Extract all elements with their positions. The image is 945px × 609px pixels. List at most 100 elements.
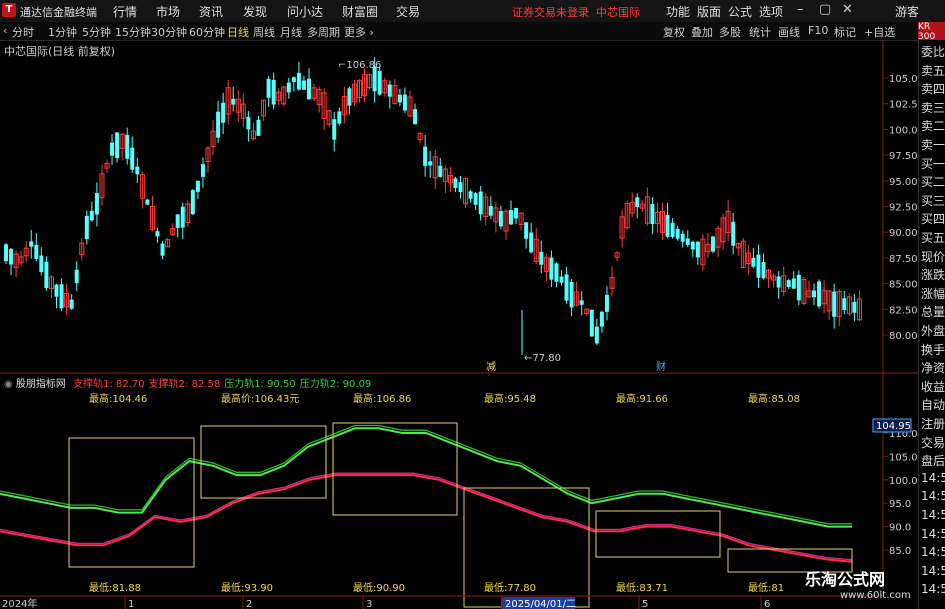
candle (569, 278, 574, 317)
guest-label[interactable]: 游客 (895, 3, 919, 20)
candlesticks: ⌐106.86 ←77.80 减 财 (4, 57, 862, 373)
candle (216, 100, 221, 143)
candle (695, 240, 700, 265)
side-panel-item: 买一 (921, 156, 945, 171)
collapse-icon[interactable]: ‹ (3, 24, 7, 37)
side-panel-item: 换手 (921, 342, 945, 357)
price-tick-label: 102.50 (889, 100, 918, 111)
period-tab-60min[interactable]: 60分钟 (189, 24, 225, 40)
x-axis-label: 2 (246, 599, 252, 609)
candle (483, 192, 489, 226)
low-price-label: ←77.80 (524, 353, 561, 364)
f10-button[interactable]: F10 (808, 24, 828, 37)
candle (690, 240, 695, 257)
candle (786, 278, 791, 290)
candle (402, 87, 407, 114)
adjust-button[interactable]: 复权 (663, 24, 685, 40)
candle (503, 208, 509, 241)
candle (514, 207, 519, 225)
stats-button[interactable]: 统计 (749, 24, 771, 40)
candle (453, 176, 458, 193)
candle (533, 227, 539, 265)
side-panel-item[interactable]: 注册 (921, 415, 945, 432)
range-box (332, 422, 458, 516)
period-tab-timeshare[interactable]: 分时 (12, 24, 34, 40)
candle (509, 200, 513, 226)
candle (559, 270, 564, 286)
candle (413, 103, 418, 125)
side-panel-item[interactable]: 交易 (921, 434, 945, 451)
box-low-label: 最低:81 (748, 581, 784, 594)
overlay-button[interactable]: 叠加 (691, 24, 713, 40)
menu-news[interactable]: 资讯 (199, 3, 223, 20)
menu-trade[interactable]: 交易 (396, 3, 420, 20)
x-axis: 2024年 1 2 3 2025/04/01/二 5 6 (0, 595, 883, 609)
menu-ask[interactable]: 问小达 (287, 3, 323, 20)
candle (554, 262, 559, 288)
minimize-icon[interactable]: – (797, 2, 804, 17)
period-tab-15min[interactable]: 15分钟 (115, 24, 151, 40)
candle (39, 247, 44, 276)
side-panel-item[interactable]: 自动 (921, 396, 945, 413)
candle (145, 198, 150, 205)
candle (99, 164, 105, 206)
menu-market[interactable]: 市场 (156, 3, 180, 20)
login-status[interactable]: 证券交易未登录 中芯国际 (512, 4, 640, 20)
menu-wealth[interactable]: 财富圈 (342, 3, 378, 20)
mark-button[interactable]: 标记 (834, 24, 856, 40)
side-badge: KR 300 (918, 22, 945, 42)
candle (130, 136, 135, 173)
candle (367, 73, 373, 90)
candle (29, 229, 34, 259)
candle (281, 85, 287, 106)
x-axis-label: 3 (366, 599, 372, 609)
candle (135, 157, 140, 183)
indicator-line-value: 压力轨1: 90.50 (224, 379, 296, 390)
period-tab-5min[interactable]: 5分钟 (82, 24, 111, 40)
menu-market-quotes[interactable]: 行情 (113, 3, 137, 20)
add-watchlist-button[interactable]: +自选 (864, 24, 895, 40)
box-high-label: 最高:91.66 (616, 392, 668, 405)
menu-discover[interactable]: 发现 (243, 3, 267, 20)
side-panel-item: 卖二 (921, 119, 945, 134)
period-tab-daily[interactable]: 日线 (227, 24, 249, 40)
candle (256, 115, 261, 137)
draw-button[interactable]: 画线 (778, 24, 800, 40)
indicator-settings-icon[interactable]: ◉ (4, 379, 13, 390)
candle (332, 111, 337, 152)
side-panel-item: 委比 (921, 45, 945, 59)
side-panel-item[interactable]: 盘后 (921, 452, 945, 469)
candle (856, 290, 862, 322)
side-panel-item: 14:56 (921, 508, 945, 522)
menu-function[interactable]: 功能 (666, 3, 690, 20)
side-panel-item: 总量 (921, 305, 945, 320)
candle (675, 225, 680, 241)
candle (549, 250, 554, 287)
maximize-icon[interactable]: ▢ (819, 2, 831, 17)
candle (286, 77, 291, 99)
kline-chart-area[interactable]: ⌐106.86 ←77.80 减 财 80.00 82.50 85.00 87.50 90.0… (0, 40, 918, 609)
menu-formula[interactable]: 公式 (728, 3, 752, 20)
period-tab-monthly[interactable]: 月线 (280, 24, 302, 40)
candle (599, 310, 604, 333)
menu-layout[interactable]: 版面 (697, 3, 721, 20)
candle (200, 157, 205, 189)
menu-options[interactable]: 选项 (759, 3, 783, 20)
close-icon[interactable]: ✕ (842, 2, 853, 17)
candle (473, 191, 478, 210)
candle (231, 86, 236, 112)
candle (23, 241, 29, 262)
box-low-label: 最低:90.90 (353, 581, 405, 594)
period-tab-weekly[interactable]: 周线 (253, 24, 275, 40)
period-tab-more[interactable]: 更多 › (344, 24, 374, 40)
period-tab-1min[interactable]: 1分钟 (48, 24, 77, 40)
candle (195, 180, 200, 200)
title-bar: T 通达信金融终端 行情 市场 资讯 发现 问小达 财富圈 交易 证券交易未登录… (0, 0, 945, 23)
candle (751, 247, 756, 269)
side-panel-item: 买二 (921, 175, 945, 190)
multi-stock-button[interactable]: 多股 (719, 24, 741, 40)
period-tab-multi[interactable]: 多周期 (307, 24, 340, 40)
candle (316, 86, 322, 113)
indicator-name[interactable]: 股朋指标网 (16, 379, 66, 390)
period-tab-30min[interactable]: 30分钟 (151, 24, 187, 40)
